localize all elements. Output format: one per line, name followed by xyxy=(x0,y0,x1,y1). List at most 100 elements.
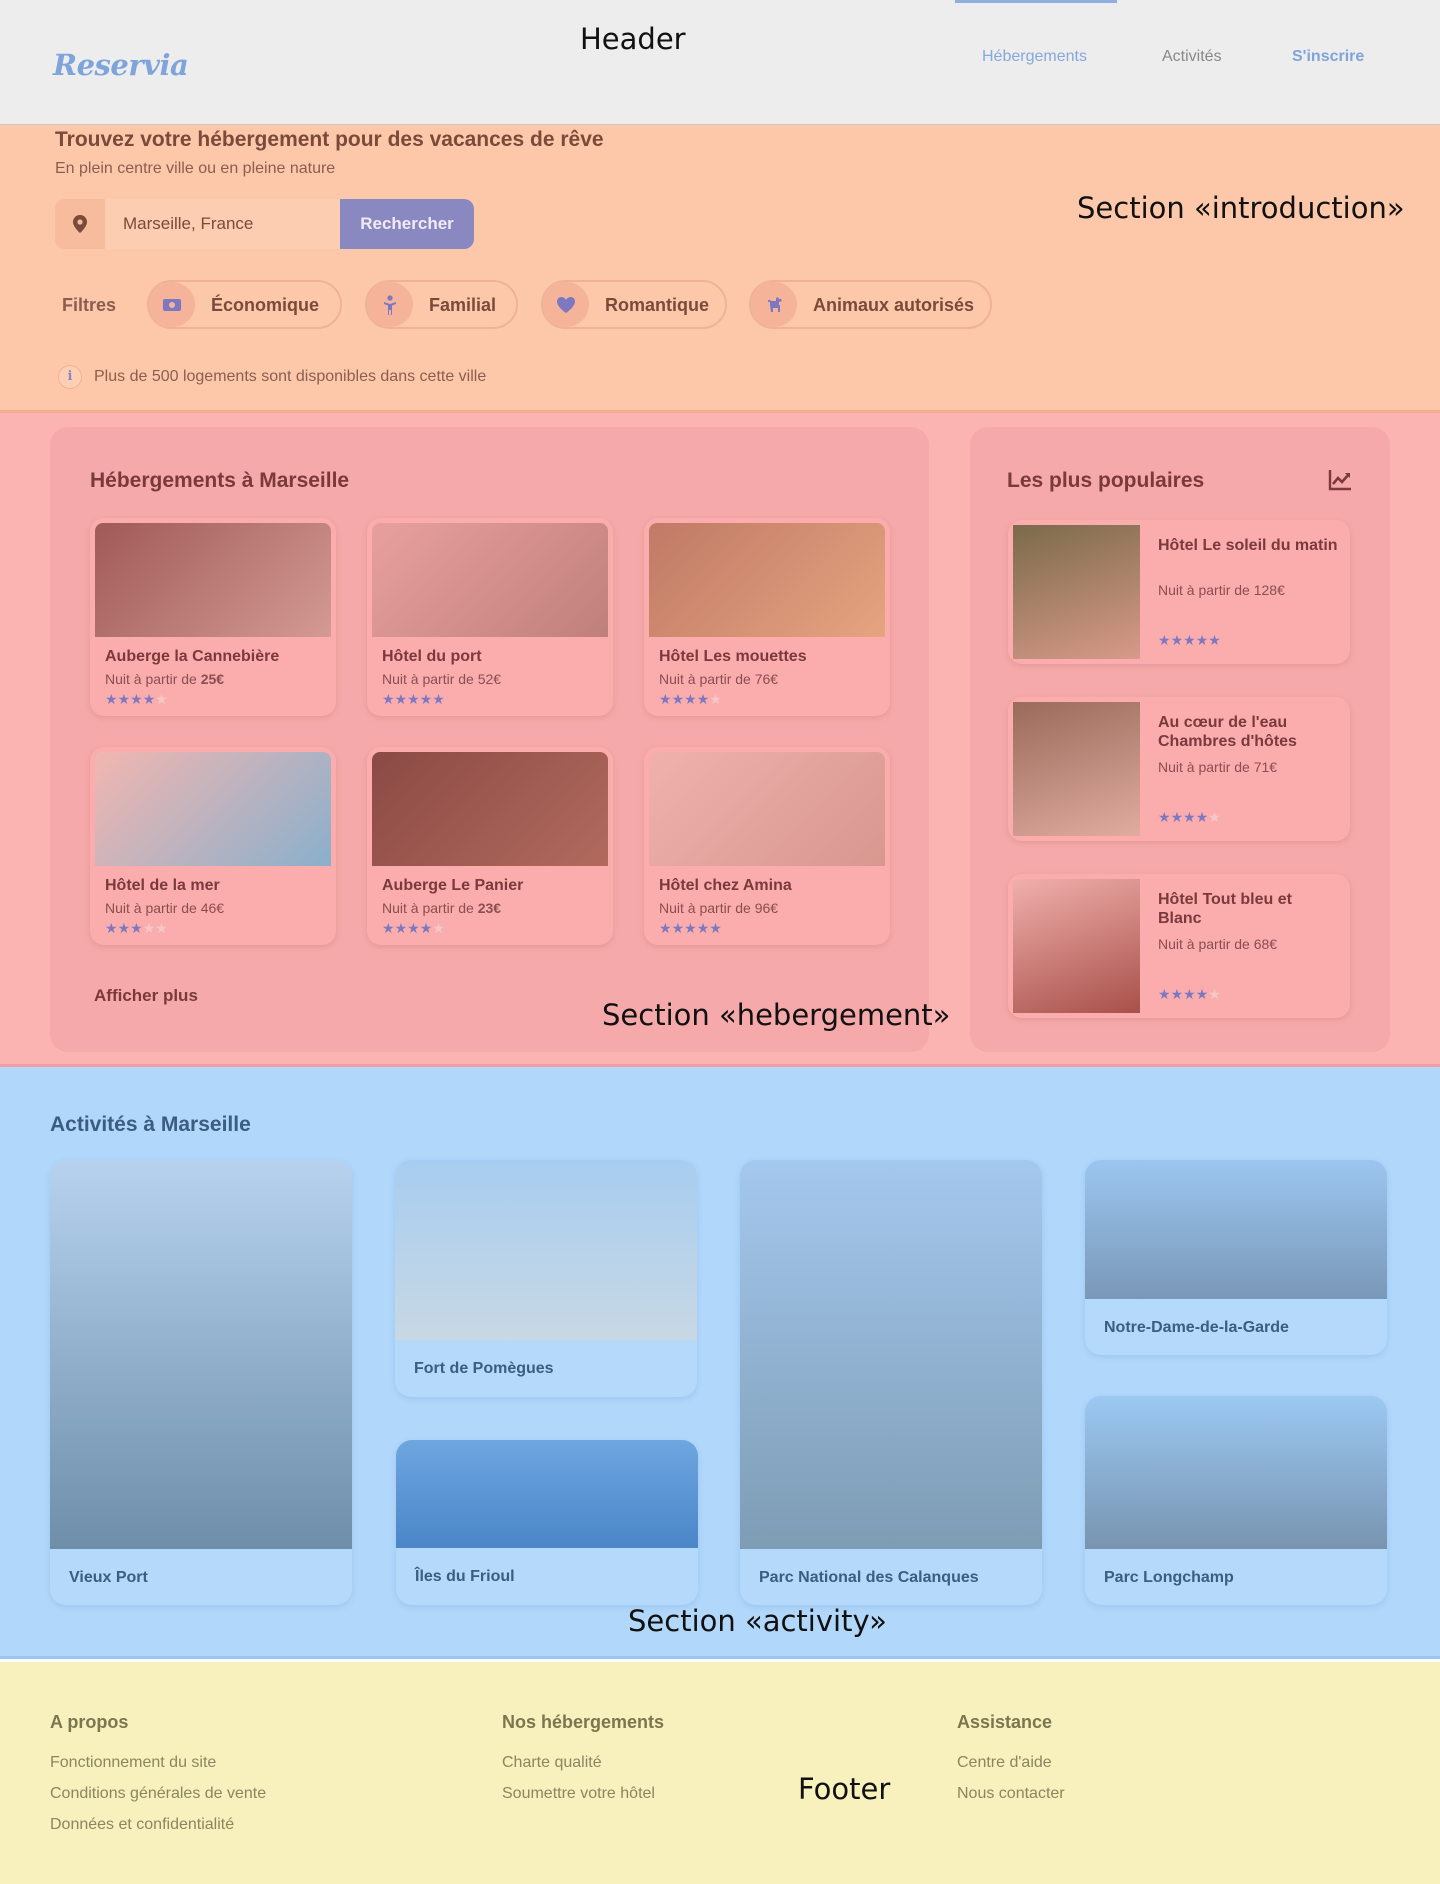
populaires-title: Les plus populaires xyxy=(1007,469,1205,492)
star-rating: ★★★★★ xyxy=(1158,986,1221,1002)
activity-photo xyxy=(1085,1160,1387,1299)
hebergement-annotation: Section «hebergement» xyxy=(602,998,951,1032)
hebergement-price: Nuit à partir de 25€ xyxy=(105,671,225,687)
intro-subtitle: En plein centre ville ou en pleine natur… xyxy=(55,160,336,177)
footer-link-conditions-generales-de-vente[interactable]: Conditions générales de vente xyxy=(50,1785,266,1803)
filters-label: Filtres xyxy=(62,295,117,315)
hebergement-card[interactable]: Auberge Le Panier Nuit à partir de 23€ ★★★… xyxy=(367,747,613,945)
nav-link-hebergements[interactable]: Hébergements xyxy=(982,48,1087,66)
footer-link-centre-d-aide[interactable]: Centre d'aide xyxy=(957,1754,1052,1772)
filter-chip-economique[interactable]: Économique xyxy=(147,280,342,329)
search-bar: Rechercher xyxy=(55,199,474,249)
filter-chip-label: Économique xyxy=(211,295,320,315)
activity-card-notre-dame-de-la-garde[interactable]: Notre-Dame-de-la-Garde xyxy=(1085,1160,1387,1355)
activity-card-vieux-port[interactable]: Vieux Port xyxy=(50,1160,352,1605)
populaire-name: Hôtel Tout bleu et Blanc xyxy=(1158,891,1292,927)
populaire-card[interactable]: Au cœur de l'eau Chambres d'hôtes Nuit à … xyxy=(1008,697,1350,841)
populaire-photo xyxy=(1013,525,1140,659)
activity-card-fort-de-pomegues[interactable]: Fort de Pomègues xyxy=(395,1160,697,1397)
nav-link-activites[interactable]: Activités xyxy=(1162,48,1222,66)
hebergement-price: Nuit à partir de 23€ xyxy=(382,900,502,916)
hebergement-photo xyxy=(372,523,608,637)
activity-annotation: Section «activity» xyxy=(628,1604,887,1638)
header-annotation: Header xyxy=(580,22,686,56)
hebergement-card[interactable]: Hôtel de la mer Nuit à partir de 46€ ★★★★★ xyxy=(90,747,336,945)
populaire-price: Nuit à partir de 71€ xyxy=(1158,759,1278,775)
show-more-link[interactable]: Afficher plus xyxy=(94,986,198,1006)
populaire-price: Nuit à partir de 68€ xyxy=(1158,936,1278,952)
star-rating: ★★★★★ xyxy=(1158,632,1221,648)
hebergement-card[interactable]: Hôtel du port Nuit à partir de 52€ ★★★★★ xyxy=(367,518,613,716)
activity-card-iles-du-frioul[interactable]: Îles du Frioul xyxy=(396,1440,698,1605)
activity-card-parc-national-des-calanques[interactable]: Parc National des Calanques xyxy=(740,1160,1042,1605)
hebergement-price: Nuit à partir de 46€ xyxy=(105,900,225,916)
money-icon xyxy=(149,282,195,327)
logo[interactable]: Reservia xyxy=(53,48,189,82)
hebergement-name: Auberge Le Panier xyxy=(382,877,524,894)
activity-name: Vieux Port xyxy=(69,1569,148,1586)
heart-icon xyxy=(543,282,589,327)
activity-name: Notre-Dame-de-la-Garde xyxy=(1104,1319,1289,1336)
section-activity: Activités à Marseille Vieux Port Fort de … xyxy=(0,1067,1440,1659)
filter-chip-label: Animaux autorisés xyxy=(813,295,975,315)
hebergement-photo xyxy=(649,523,885,637)
map-pin-icon xyxy=(55,199,105,249)
star-rating: ★★★★★ xyxy=(105,691,168,707)
footer-link-donnees-et-confidentialite[interactable]: Données et confidentialité xyxy=(50,1816,234,1834)
filter-chip-animaux[interactable]: Animaux autorisés xyxy=(749,280,992,329)
hebergement-card[interactable]: Auberge la Cannebière Nuit à partir de 25… xyxy=(90,518,336,716)
filter-chip-romantique[interactable]: Romantique xyxy=(541,280,727,329)
hebergement-name: Hôtel du port xyxy=(382,648,482,665)
activity-card-parc-longchamp[interactable]: Parc Longchamp xyxy=(1085,1396,1387,1605)
populaire-photo xyxy=(1013,879,1140,1013)
search-button[interactable]: Rechercher xyxy=(340,199,474,249)
activity-photo xyxy=(740,1160,1042,1549)
hebergement-name: Hôtel Les mouettes xyxy=(659,648,807,665)
populaire-card[interactable]: Hôtel Tout bleu et Blanc Nuit à partir de… xyxy=(1008,874,1350,1018)
hebergement-card[interactable]: Hôtel Les mouettes Nuit à partir de 76€ ★★… xyxy=(644,518,890,716)
filter-chip-familial[interactable]: Familial xyxy=(365,280,518,329)
populaire-photo xyxy=(1013,702,1140,836)
activites-title: Activités à Marseille xyxy=(50,1113,251,1136)
info-text: Plus de 500 logements sont disponibles d… xyxy=(94,368,487,385)
hebergement-photo xyxy=(372,752,608,866)
nav-active-indicator xyxy=(955,0,1117,3)
activity-photo xyxy=(50,1160,352,1549)
introduction-annotation: Section «introduction» xyxy=(1077,191,1405,225)
activity-photo xyxy=(1085,1396,1387,1549)
footer-link-soumettre-votre-hotel[interactable]: Soumettre votre hôtel xyxy=(502,1785,655,1803)
hebergement-price: Nuit à partir de 52€ xyxy=(382,671,502,687)
filter-chip-label: Romantique xyxy=(605,295,710,315)
hebergement-name: Auberge la Cannebière xyxy=(105,648,280,665)
hebergement-name: Hôtel chez Amina xyxy=(659,877,792,894)
hebergement-card[interactable]: Hôtel chez Amina Nuit à partir de 96€ ★★★★… xyxy=(644,747,890,945)
star-rating: ★★★★★ xyxy=(382,691,445,707)
search-input[interactable] xyxy=(105,199,340,249)
intro-title: Trouvez votre hébergement pour des vacan… xyxy=(55,128,604,151)
star-rating: ★★★★★ xyxy=(659,920,722,936)
activity-name: Parc National des Calanques xyxy=(759,1569,979,1586)
filter-chip-label: Familial xyxy=(429,295,497,315)
star-rating: ★★★★★ xyxy=(382,920,445,936)
section-hebergement: Hébergements à Marseille Les plus popula… xyxy=(0,413,1440,1067)
hebergement-photo xyxy=(95,523,331,637)
star-rating: ★★★★★ xyxy=(1158,809,1221,825)
footer-link-charte-qualite[interactable]: Charte qualité xyxy=(502,1754,602,1772)
hebergement-price: Nuit à partir de 76€ xyxy=(659,671,779,687)
dog-icon xyxy=(751,282,797,327)
nav-link-sinscrire[interactable]: S'inscrire xyxy=(1292,48,1364,66)
footer-link-fonctionnement-du-site[interactable]: Fonctionnement du site xyxy=(50,1754,216,1772)
activity-name: Fort de Pomègues xyxy=(414,1360,554,1377)
child-icon xyxy=(367,282,413,327)
activity-photo xyxy=(395,1160,697,1340)
footer-link-nous-contacter[interactable]: Nous contacter xyxy=(957,1785,1065,1803)
trend-chart-icon[interactable] xyxy=(1328,469,1352,496)
populaire-card[interactable]: Hôtel Le soleil du matin Nuit à partir de… xyxy=(1008,520,1350,664)
activity-name: Parc Longchamp xyxy=(1104,1569,1234,1586)
footer-annotation: Footer xyxy=(798,1772,891,1806)
hebergement-name: Hôtel de la mer xyxy=(105,877,220,894)
hebergement-photo xyxy=(95,752,331,866)
populaire-name: Au cœur de l'eau Chambres d'hôtes xyxy=(1158,714,1297,750)
populaire-price: Nuit à partir de 128€ xyxy=(1158,582,1285,598)
hebergements-title: Hébergements à Marseille xyxy=(90,469,350,492)
